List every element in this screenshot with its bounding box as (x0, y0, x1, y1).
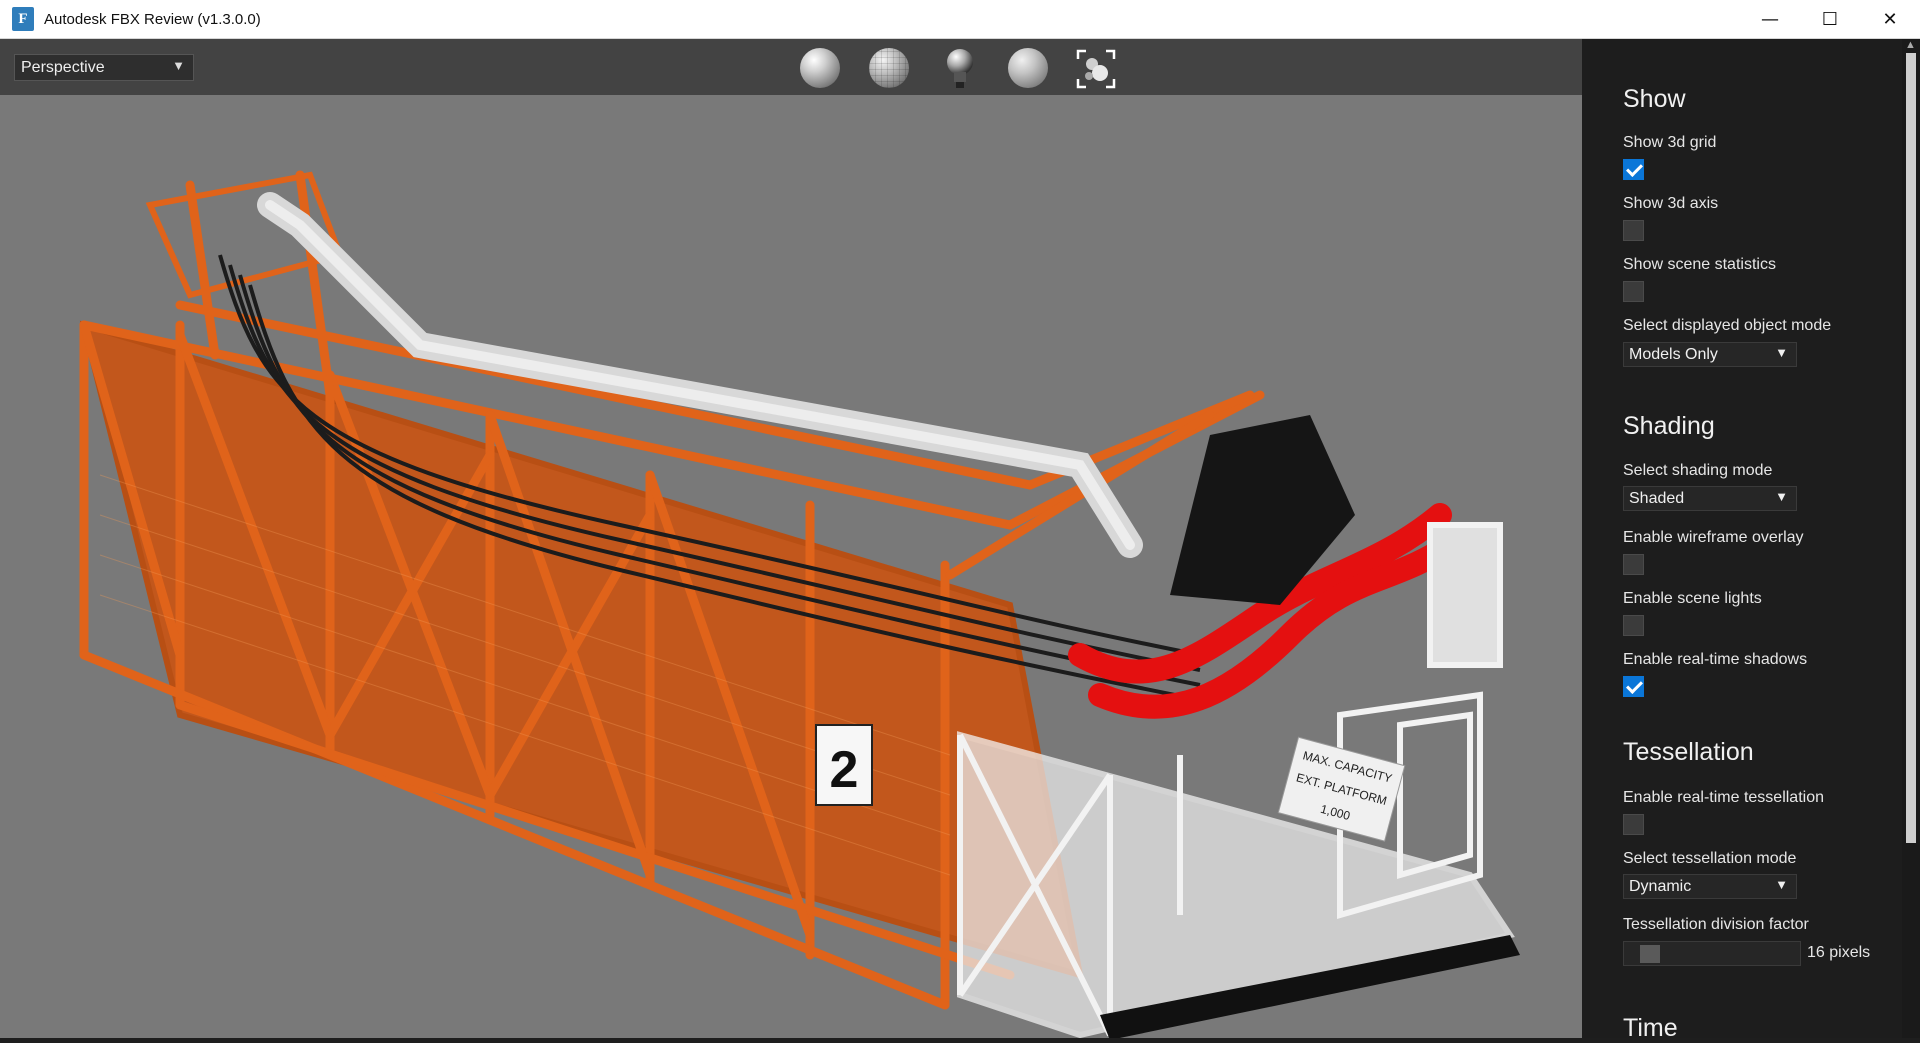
show-axis-label: Show 3d axis (1623, 195, 1719, 212)
shading-mode-value: Shaded (1629, 489, 1685, 507)
chevron-down-icon: ▼ (1775, 345, 1788, 360)
tessellation-mode-value: Dynamic (1629, 877, 1692, 895)
realtime-tessellation-label: Enable real-time tessellation (1623, 789, 1824, 806)
section-shading-heading: Shading (1623, 412, 1715, 440)
wireframe-overlay-checkbox[interactable] (1623, 554, 1644, 575)
shading-mode-select[interactable]: Shaded ▼ (1623, 486, 1797, 511)
show-axis-checkbox[interactable] (1623, 220, 1644, 241)
title-bar: F Autodesk FBX Review (v1.3.0.0) — ☐ ✕ (0, 0, 1920, 39)
tessellation-mode-label: Select tessellation mode (1623, 850, 1797, 867)
wireframe-sphere-icon[interactable] (869, 48, 909, 88)
show-stats-checkbox[interactable] (1623, 281, 1644, 302)
show-stats-label: Show scene statistics (1623, 256, 1776, 273)
scene-lights-checkbox[interactable] (1623, 615, 1644, 636)
settings-panel: Show Show 3d grid Show 3d axis Show scen… (1582, 39, 1920, 1042)
division-factor-value: 16 pixels (1807, 944, 1871, 961)
slider-thumb[interactable] (1640, 945, 1660, 963)
3d-model-render: 2 MAX. CAPACITY EXT. PLATFORM 1,000 (79, 170, 1520, 1038)
3d-viewport[interactable]: Perspective ▼ 2 MAX. CAPACITY EXT. PLATF… (0, 39, 1582, 1038)
panel-scrollbar[interactable]: ▲ (1902, 39, 1920, 1038)
camera-select-value: Perspective (21, 58, 105, 76)
wireframe-overlay-label: Enable wireframe overlay (1623, 529, 1804, 546)
chevron-down-icon: ▼ (172, 58, 185, 73)
section-tessellation-heading: Tessellation (1623, 738, 1754, 766)
window-title: Autodesk FBX Review (v1.3.0.0) (44, 10, 261, 28)
tessellation-mode-select[interactable]: Dynamic ▼ (1623, 874, 1797, 899)
faceted-sphere-icon[interactable] (1008, 48, 1048, 88)
shadows-checkbox[interactable] (1623, 676, 1644, 697)
maximize-button[interactable]: ☐ (1800, 0, 1860, 39)
frame-all-icon[interactable] (1076, 49, 1116, 89)
scrollbar-thumb[interactable] (1906, 53, 1916, 843)
chevron-down-icon: ▼ (1775, 489, 1788, 504)
shading-mode-label: Select shading mode (1623, 462, 1773, 479)
shadows-label: Enable real-time shadows (1623, 651, 1808, 668)
object-mode-value: Models Only (1629, 345, 1718, 363)
shaded-sphere-icon[interactable] (800, 48, 840, 88)
section-show-heading: Show (1623, 85, 1686, 113)
division-factor-label: Tessellation division factor (1623, 916, 1809, 933)
window-controls: — ☐ ✕ (1740, 0, 1920, 39)
object-mode-select[interactable]: Models Only ▼ (1623, 342, 1797, 367)
chevron-down-icon: ▼ (1775, 877, 1788, 892)
light-bulb-icon[interactable] (943, 47, 977, 91)
camera-select[interactable]: Perspective ▼ (14, 54, 194, 81)
close-button[interactable]: ✕ (1860, 0, 1920, 39)
section-time-heading: Time (1623, 1014, 1678, 1042)
scene-lights-label: Enable scene lights (1623, 590, 1762, 607)
viewport-toolbar: Perspective ▼ (0, 39, 1582, 95)
scroll-up-icon[interactable]: ▲ (1905, 39, 1916, 51)
show-grid-checkbox[interactable] (1623, 159, 1644, 180)
object-mode-label: Select displayed object mode (1623, 317, 1832, 334)
show-grid-label: Show 3d grid (1623, 134, 1717, 151)
realtime-tessellation-checkbox[interactable] (1623, 814, 1644, 835)
floor-number-label: 2 (830, 741, 859, 799)
division-factor-slider[interactable] (1623, 941, 1801, 966)
fbx-app-icon: F (12, 7, 34, 31)
minimize-button[interactable]: — (1740, 0, 1800, 39)
